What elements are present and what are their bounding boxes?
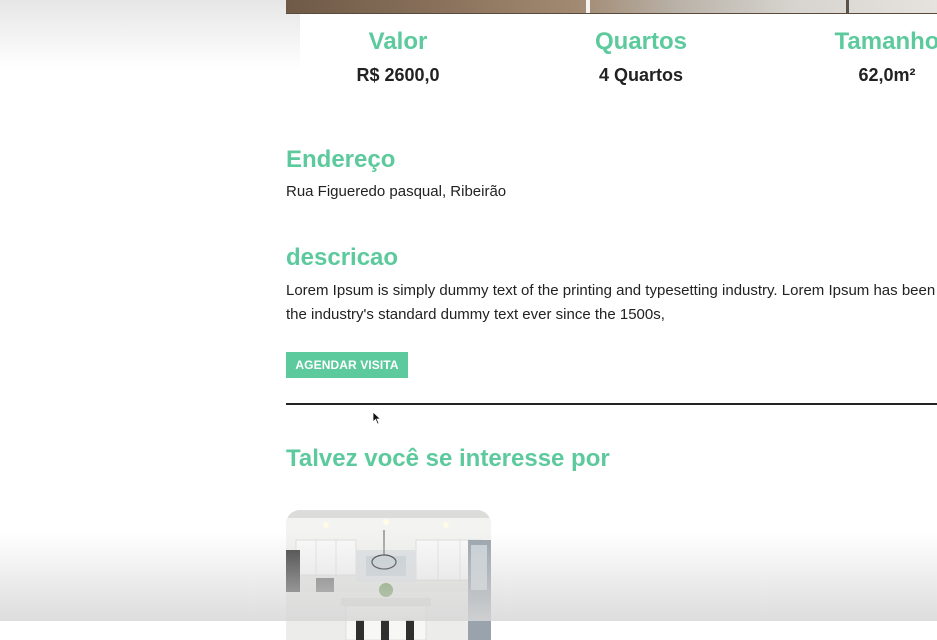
property-hero-image bbox=[286, 0, 937, 14]
stat-tamanho-value: 62,0m² bbox=[858, 65, 916, 85]
stat-valor-label: Valor bbox=[368, 28, 428, 55]
stat-quartos-label: Quartos bbox=[594, 28, 687, 55]
related-heading: Talvez você se interesse por bbox=[286, 445, 610, 472]
stat-valor: Valor R$ 2600,0 bbox=[338, 28, 458, 87]
descricao-text: Lorem Ipsum is simply dummy text of the … bbox=[286, 282, 936, 323]
schedule-visit-button[interactable]: AGENDAR VISITA bbox=[286, 352, 408, 378]
section-divider bbox=[286, 403, 937, 405]
endereco-text: Rua Figueredo pasqual, Ribeirão bbox=[286, 183, 507, 200]
stat-quartos-value: 4 Quartos bbox=[598, 65, 684, 85]
stat-tamanho: Tamanho 62,0m² bbox=[822, 28, 937, 87]
descricao-heading: descricao bbox=[286, 244, 399, 271]
stat-valor-value: R$ 2600,0 bbox=[356, 65, 440, 85]
window-shadow-top bbox=[0, 0, 300, 70]
endereco-heading: Endereço bbox=[286, 146, 396, 173]
stat-tamanho-label: Tamanho bbox=[834, 28, 937, 55]
mouse-cursor-icon bbox=[372, 411, 382, 425]
stat-quartos: Quartos 4 Quartos bbox=[576, 28, 706, 87]
